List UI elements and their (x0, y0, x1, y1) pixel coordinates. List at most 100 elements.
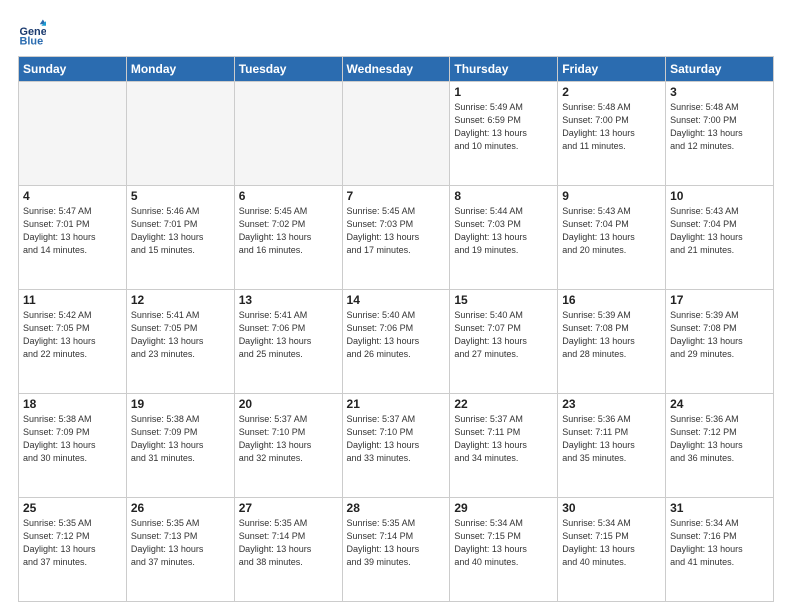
weekday-header: Saturday (666, 57, 774, 82)
calendar-cell: 14Sunrise: 5:40 AMSunset: 7:06 PMDayligh… (342, 290, 450, 394)
day-info: Sunrise: 5:34 AMSunset: 7:16 PMDaylight:… (670, 517, 769, 569)
weekday-header: Tuesday (234, 57, 342, 82)
calendar-cell: 9 Sunrise: 5:43 AMSunset: 7:04 PMDaylight… (558, 186, 666, 290)
day-number: 23 (562, 397, 661, 411)
day-info: Sunrise: 5:35 AMSunset: 7:14 PMDaylight:… (347, 517, 446, 569)
day-number: 28 (347, 501, 446, 515)
calendar-cell (342, 82, 450, 186)
day-info: Sunrise: 5:38 AMSunset: 7:09 PMDaylight:… (23, 413, 122, 465)
calendar-cell: 26 Sunrise: 5:35 AMSunset: 7:13 PMDayligh… (126, 498, 234, 602)
day-info: Sunrise: 5:36 AMSunset: 7:11 PMDaylight:… (562, 413, 661, 465)
day-info: Sunrise: 5:39 AMSunset: 7:08 PMDaylight:… (562, 309, 661, 361)
calendar-cell: 6Sunrise: 5:45 AMSunset: 7:02 PMDaylight… (234, 186, 342, 290)
day-number: 22 (454, 397, 553, 411)
day-number: 31 (670, 501, 769, 515)
calendar-cell (126, 82, 234, 186)
day-info: Sunrise: 5:40 AMSunset: 7:06 PMDaylight:… (347, 309, 446, 361)
calendar-cell: 30Sunrise: 5:34 AMSunset: 7:15 PMDayligh… (558, 498, 666, 602)
calendar-cell: 18Sunrise: 5:38 AMSunset: 7:09 PMDayligh… (19, 394, 127, 498)
day-number: 1 (454, 85, 553, 99)
day-number: 27 (239, 501, 338, 515)
day-number: 20 (239, 397, 338, 411)
day-number: 12 (131, 293, 230, 307)
day-info: Sunrise: 5:35 AMSunset: 7:13 PMDaylight:… (131, 517, 230, 569)
logo: General Blue (18, 18, 50, 46)
calendar-cell: 13Sunrise: 5:41 AMSunset: 7:06 PMDayligh… (234, 290, 342, 394)
day-info: Sunrise: 5:36 AMSunset: 7:12 PMDaylight:… (670, 413, 769, 465)
calendar-week-row: 1 Sunrise: 5:49 AMSunset: 6:59 PMDaylight… (19, 82, 774, 186)
day-number: 8 (454, 189, 553, 203)
day-info: Sunrise: 5:37 AMSunset: 7:11 PMDaylight:… (454, 413, 553, 465)
weekday-header: Monday (126, 57, 234, 82)
day-info: Sunrise: 5:49 AMSunset: 6:59 PMDaylight:… (454, 101, 553, 153)
day-number: 24 (670, 397, 769, 411)
day-info: Sunrise: 5:34 AMSunset: 7:15 PMDaylight:… (454, 517, 553, 569)
calendar-cell: 11 Sunrise: 5:42 AMSunset: 7:05 PMDayligh… (19, 290, 127, 394)
day-number: 5 (131, 189, 230, 203)
calendar-cell: 4Sunrise: 5:47 AMSunset: 7:01 PMDaylight… (19, 186, 127, 290)
day-number: 4 (23, 189, 122, 203)
calendar-cell: 29 Sunrise: 5:34 AMSunset: 7:15 PMDayligh… (450, 498, 558, 602)
header: General Blue (18, 18, 774, 46)
calendar-cell: 12 Sunrise: 5:41 AMSunset: 7:05 PMDayligh… (126, 290, 234, 394)
calendar-cell: 19Sunrise: 5:38 AMSunset: 7:09 PMDayligh… (126, 394, 234, 498)
calendar-cell: 8 Sunrise: 5:44 AMSunset: 7:03 PMDaylight… (450, 186, 558, 290)
calendar-cell: 10 Sunrise: 5:43 AMSunset: 7:04 PMDayligh… (666, 186, 774, 290)
calendar-cell (19, 82, 127, 186)
day-info: Sunrise: 5:37 AMSunset: 7:10 PMDaylight:… (347, 413, 446, 465)
day-info: Sunrise: 5:42 AMSunset: 7:05 PMDaylight:… (23, 309, 122, 361)
calendar-cell: 28 Sunrise: 5:35 AMSunset: 7:14 PMDayligh… (342, 498, 450, 602)
calendar-cell: 16 Sunrise: 5:39 AMSunset: 7:08 PMDayligh… (558, 290, 666, 394)
day-number: 21 (347, 397, 446, 411)
day-number: 10 (670, 189, 769, 203)
calendar-week-row: 4Sunrise: 5:47 AMSunset: 7:01 PMDaylight… (19, 186, 774, 290)
day-info: Sunrise: 5:44 AMSunset: 7:03 PMDaylight:… (454, 205, 553, 257)
calendar-cell: 21 Sunrise: 5:37 AMSunset: 7:10 PMDayligh… (342, 394, 450, 498)
day-number: 16 (562, 293, 661, 307)
day-info: Sunrise: 5:35 AMSunset: 7:14 PMDaylight:… (239, 517, 338, 569)
day-number: 19 (131, 397, 230, 411)
calendar-cell: 7Sunrise: 5:45 AMSunset: 7:03 PMDaylight… (342, 186, 450, 290)
calendar-week-row: 25Sunrise: 5:35 AMSunset: 7:12 PMDayligh… (19, 498, 774, 602)
day-number: 29 (454, 501, 553, 515)
calendar-cell: 3 Sunrise: 5:48 AMSunset: 7:00 PMDaylight… (666, 82, 774, 186)
logo-icon: General Blue (18, 18, 46, 46)
weekday-header: Friday (558, 57, 666, 82)
day-info: Sunrise: 5:43 AMSunset: 7:04 PMDaylight:… (670, 205, 769, 257)
calendar-cell: 17 Sunrise: 5:39 AMSunset: 7:08 PMDayligh… (666, 290, 774, 394)
day-info: Sunrise: 5:41 AMSunset: 7:05 PMDaylight:… (131, 309, 230, 361)
calendar-cell: 5 Sunrise: 5:46 AMSunset: 7:01 PMDaylight… (126, 186, 234, 290)
day-number: 3 (670, 85, 769, 99)
day-number: 2 (562, 85, 661, 99)
calendar-cell: 22 Sunrise: 5:37 AMSunset: 7:11 PMDayligh… (450, 394, 558, 498)
day-info: Sunrise: 5:40 AMSunset: 7:07 PMDaylight:… (454, 309, 553, 361)
calendar-cell: 2 Sunrise: 5:48 AMSunset: 7:00 PMDaylight… (558, 82, 666, 186)
calendar-cell: 25Sunrise: 5:35 AMSunset: 7:12 PMDayligh… (19, 498, 127, 602)
day-info: Sunrise: 5:48 AMSunset: 7:00 PMDaylight:… (670, 101, 769, 153)
calendar-week-row: 18Sunrise: 5:38 AMSunset: 7:09 PMDayligh… (19, 394, 774, 498)
calendar-cell: 27 Sunrise: 5:35 AMSunset: 7:14 PMDayligh… (234, 498, 342, 602)
day-number: 13 (239, 293, 338, 307)
day-number: 6 (239, 189, 338, 203)
calendar-cell: 1 Sunrise: 5:49 AMSunset: 6:59 PMDaylight… (450, 82, 558, 186)
weekday-header: Wednesday (342, 57, 450, 82)
day-info: Sunrise: 5:43 AMSunset: 7:04 PMDaylight:… (562, 205, 661, 257)
day-number: 11 (23, 293, 122, 307)
calendar-header-row: SundayMondayTuesdayWednesdayThursdayFrid… (19, 57, 774, 82)
calendar-week-row: 11 Sunrise: 5:42 AMSunset: 7:05 PMDayligh… (19, 290, 774, 394)
calendar-cell: 15Sunrise: 5:40 AMSunset: 7:07 PMDayligh… (450, 290, 558, 394)
calendar-cell (234, 82, 342, 186)
day-info: Sunrise: 5:46 AMSunset: 7:01 PMDaylight:… (131, 205, 230, 257)
day-info: Sunrise: 5:48 AMSunset: 7:00 PMDaylight:… (562, 101, 661, 153)
day-number: 17 (670, 293, 769, 307)
day-number: 25 (23, 501, 122, 515)
calendar-cell: 24 Sunrise: 5:36 AMSunset: 7:12 PMDayligh… (666, 394, 774, 498)
day-info: Sunrise: 5:39 AMSunset: 7:08 PMDaylight:… (670, 309, 769, 361)
day-info: Sunrise: 5:34 AMSunset: 7:15 PMDaylight:… (562, 517, 661, 569)
day-number: 26 (131, 501, 230, 515)
calendar-cell: 23 Sunrise: 5:36 AMSunset: 7:11 PMDayligh… (558, 394, 666, 498)
day-number: 7 (347, 189, 446, 203)
calendar-table: SundayMondayTuesdayWednesdayThursdayFrid… (18, 56, 774, 602)
calendar-cell: 20Sunrise: 5:37 AMSunset: 7:10 PMDayligh… (234, 394, 342, 498)
day-number: 9 (562, 189, 661, 203)
